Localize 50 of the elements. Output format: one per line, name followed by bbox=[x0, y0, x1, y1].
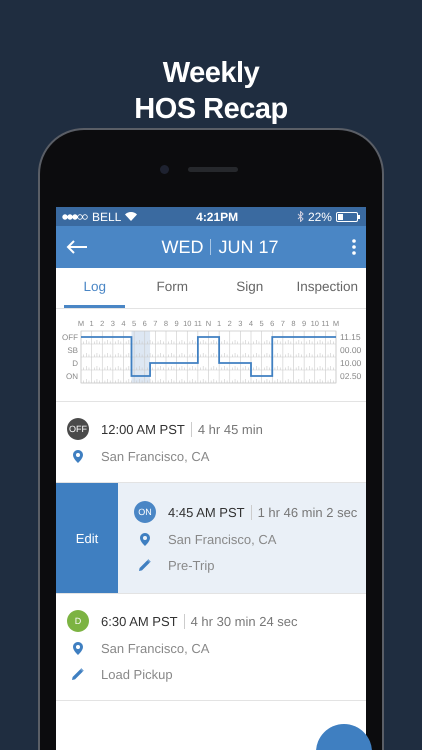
total-hours: 02.50 bbox=[340, 371, 362, 381]
entry-time: 4:45 AM PST bbox=[168, 504, 245, 520]
pencil-icon bbox=[72, 668, 84, 680]
status-row-label: OFF bbox=[62, 333, 78, 342]
status-badge: OFF bbox=[67, 418, 89, 440]
location-pin-icon bbox=[73, 450, 83, 462]
back-button[interactable] bbox=[66, 240, 88, 254]
clock-time: 4:21PM bbox=[196, 210, 238, 224]
battery-icon bbox=[336, 212, 360, 222]
tab[interactable]: Inspection bbox=[296, 268, 358, 308]
entry-time: 6:30 AM PST bbox=[101, 614, 178, 628]
total-hours: 10.00 bbox=[340, 358, 362, 368]
battery-percent: 22% bbox=[308, 210, 332, 224]
status-badge: D bbox=[67, 610, 89, 632]
more-menu-button[interactable] bbox=[352, 239, 356, 255]
camera-dot bbox=[160, 165, 169, 174]
entry-duration: 4 hr 30 min 24 sec bbox=[190, 614, 298, 628]
headline: HOS Recap bbox=[134, 92, 288, 127]
tab[interactable]: Sign bbox=[218, 268, 280, 308]
tab[interactable]: Form bbox=[141, 268, 203, 308]
log-entry[interactable]: Edit ON 4:45 AM PST 1 hr 46 min 2 sec San Francisco, CA Pre-Trip bbox=[56, 483, 366, 594]
entry-note: Pre-Trip bbox=[168, 558, 214, 572]
edit-button[interactable]: Edit bbox=[56, 483, 118, 593]
entry-duration: 1 hr 46 min 2 sec bbox=[258, 504, 358, 520]
wifi-icon bbox=[125, 212, 138, 221]
date-title: JUN 17 bbox=[218, 236, 279, 258]
entry-duration: 4 hr 45 min bbox=[198, 422, 263, 436]
day-title: WED bbox=[161, 236, 204, 258]
total-hours: 00.00 bbox=[340, 345, 362, 355]
status-row-label: D bbox=[72, 359, 78, 368]
location-pin-icon bbox=[140, 532, 150, 546]
entry-location: San Francisco, CA bbox=[168, 532, 276, 546]
signal-icon bbox=[62, 214, 88, 220]
more-icon bbox=[352, 239, 356, 255]
speaker-slot bbox=[188, 167, 238, 172]
headline: Weekly bbox=[162, 56, 260, 91]
carrier-name: BELL bbox=[92, 210, 122, 224]
status-row-label: ON bbox=[66, 372, 78, 381]
back-arrow-icon bbox=[66, 240, 88, 254]
status-badge: ON bbox=[134, 501, 156, 523]
entry-location: San Francisco, CA bbox=[101, 640, 210, 656]
status-row-label: SB bbox=[67, 346, 78, 355]
bluetooth-icon bbox=[296, 211, 304, 222]
location-pin-icon bbox=[73, 642, 83, 654]
tab[interactable]: Log bbox=[64, 268, 126, 308]
entry-note: Load Pickup bbox=[101, 666, 173, 682]
entry-location: San Francisco, CA bbox=[101, 448, 210, 464]
total-hours: 11.15 bbox=[340, 332, 361, 342]
pencil-icon bbox=[139, 559, 151, 571]
entry-time: 12:00 AM PST bbox=[101, 422, 185, 436]
